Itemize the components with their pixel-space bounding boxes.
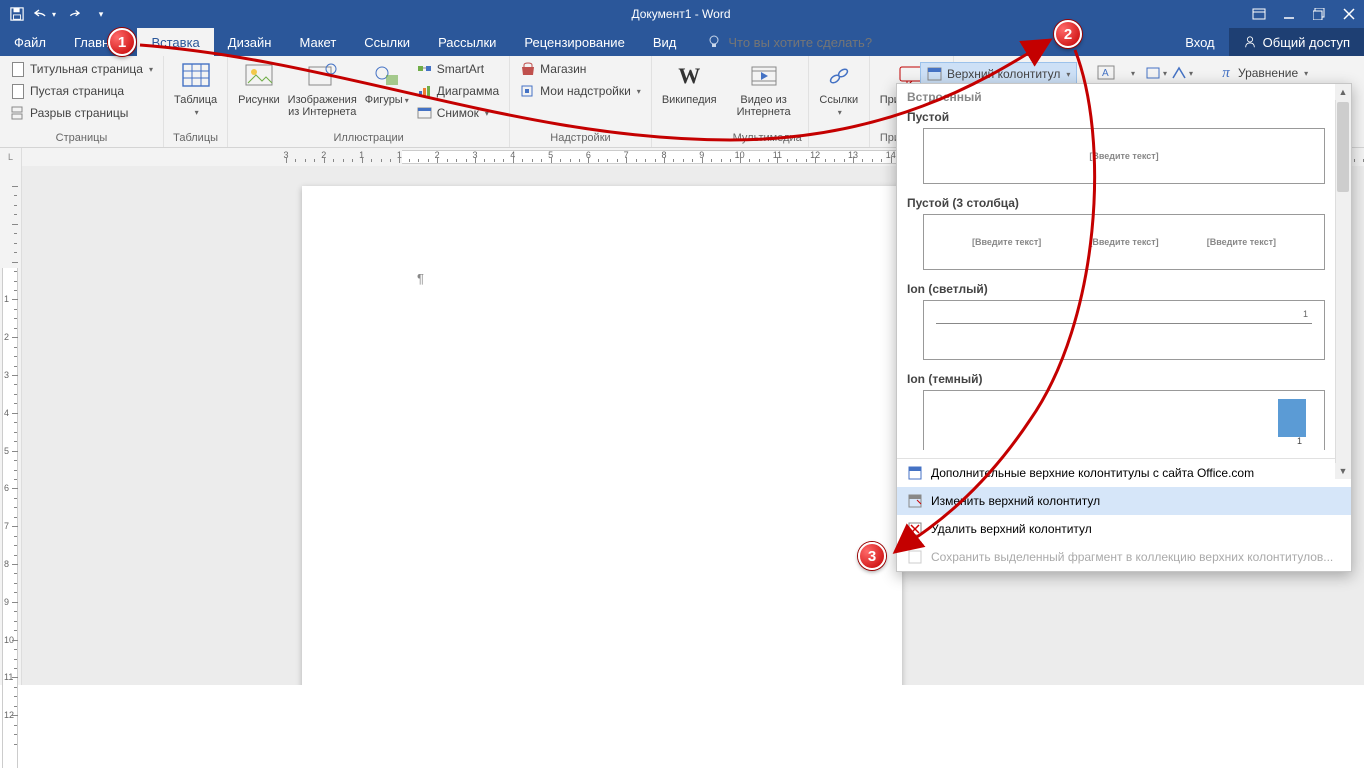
tab-view[interactable]: Вид <box>639 28 691 56</box>
group-illustrations: Рисунки Изображенияиз Интернета Фигуры▾ … <box>228 56 510 147</box>
group-media: Видео изИнтернета Мультимедиа <box>727 56 809 147</box>
group-pages: Титульная страница▾ Пустая страница Разр… <box>0 56 164 147</box>
undo-button[interactable]: ▾ <box>32 2 58 26</box>
tab-insert[interactable]: Вставка <box>137 28 213 56</box>
cover-page-button[interactable]: Титульная страница▾ <box>6 58 157 80</box>
remove-header[interactable]: Удалить верхний колонтитул <box>897 515 1351 543</box>
scroll-up-icon[interactable]: ▲ <box>1335 84 1351 100</box>
group-addins: Магазин Мои надстройки▾ Надстройки <box>510 56 652 147</box>
chart-button[interactable]: Диаграмма <box>413 80 503 102</box>
gallery-scrollbar[interactable]: ▲ ▼ <box>1335 84 1351 479</box>
wordart-button[interactable]: ▾ <box>1170 62 1194 84</box>
tab-mailings[interactable]: Рассылки <box>424 28 510 56</box>
paragraph-mark-icon: ¶ <box>417 271 424 286</box>
gallery-item-ion-dark[interactable]: Ion (темный) 1 <box>897 368 1351 458</box>
blank-page-button[interactable]: Пустая страница <box>6 80 157 102</box>
page[interactable] <box>302 186 902 685</box>
shapes-button[interactable]: Фигуры▾ <box>361 58 413 109</box>
tab-references[interactable]: Ссылки <box>350 28 424 56</box>
wikipedia-button[interactable]: WВикипедия <box>658 58 721 108</box>
qat-customize-button[interactable]: ▾ <box>88 2 114 26</box>
quick-parts-button[interactable]: ▾ <box>1144 62 1168 84</box>
textbox-dropdown[interactable]: ▾ <box>1120 62 1144 84</box>
callout-badge-3: 3 <box>858 542 886 570</box>
group-addins-label: Надстройки <box>516 130 645 147</box>
restore-button[interactable] <box>1304 0 1334 28</box>
close-button[interactable] <box>1334 0 1364 28</box>
group-media-label: Мультимедиа <box>733 130 802 147</box>
page-break-button[interactable]: Разрыв страницы <box>6 102 157 124</box>
redo-button[interactable] <box>60 2 86 26</box>
group-tables: Таблица▾ Таблицы <box>164 56 228 147</box>
ribbon-display-button[interactable] <box>1244 0 1274 28</box>
gallery-item-blank[interactable]: Пустой [Введите текст] <box>897 106 1351 192</box>
tab-review[interactable]: Рецензирование <box>510 28 638 56</box>
gallery-item-blank-3col[interactable]: Пустой (3 столбца) [Введите текст] [Введ… <box>897 192 1351 278</box>
callout-badge-1: 1 <box>108 28 136 56</box>
tab-file[interactable]: Файл <box>0 28 60 56</box>
scroll-thumb[interactable] <box>1337 102 1349 192</box>
text-group-tools: A ▾ <box>1094 62 1144 84</box>
links-button[interactable]: Ссылки▾ <box>815 58 863 121</box>
textbox-button[interactable]: A <box>1094 62 1118 84</box>
title-bar: ▾ ▾ Документ1 - Word <box>0 0 1364 28</box>
svg-text:A: A <box>1102 68 1109 79</box>
save-selection-gallery: Сохранить выделенный фрагмент в коллекци… <box>897 543 1351 571</box>
ruler-corner[interactable]: L <box>0 148 22 166</box>
window-controls <box>1244 0 1364 28</box>
edit-header[interactable]: Изменить верхний колонтитул <box>897 487 1351 515</box>
tab-layout[interactable]: Макет <box>285 28 350 56</box>
tell-me-input[interactable] <box>728 35 928 50</box>
document-title: Документ1 - Word <box>118 7 1244 21</box>
store-button[interactable]: Магазин <box>516 58 645 80</box>
group-tables-label: Таблицы <box>170 130 221 147</box>
table-button[interactable]: Таблица▾ <box>170 58 221 121</box>
my-addins-button[interactable]: Мои надстройки▾ <box>516 80 645 102</box>
gallery-item-ion-light[interactable]: Ion (светлый) 1 <box>897 278 1351 368</box>
share-label: Общий доступ <box>1263 35 1350 50</box>
online-pictures-button[interactable]: Изображенияиз Интернета <box>284 58 361 120</box>
group-wikipedia: WВикипедия <box>652 56 727 147</box>
gallery-section-builtin: Встроенный <box>897 84 1351 106</box>
text-tools-2: ▾ ▾ <box>1144 62 1194 84</box>
callout-badge-2: 2 <box>1054 20 1082 48</box>
sign-in-button[interactable]: Вход <box>1171 28 1228 56</box>
online-video-button[interactable]: Видео изИнтернета <box>733 58 795 120</box>
save-button[interactable] <box>4 2 30 26</box>
header-gallery-dropdown: ▲ ▼ Встроенный Пустой [Введите текст] Пу… <box>896 83 1352 572</box>
group-links: Ссылки▾ <box>809 56 870 147</box>
vertical-ruler[interactable]: 123456789101112 <box>0 148 22 685</box>
quick-access-toolbar: ▾ ▾ <box>0 2 118 26</box>
share-button[interactable]: Общий доступ <box>1229 28 1364 56</box>
tell-me-search[interactable] <box>706 28 928 56</box>
group-pages-label: Страницы <box>6 130 157 147</box>
group-illustrations-label: Иллюстрации <box>234 130 503 147</box>
ribbon-tabs: Файл Главная Вставка Дизайн Макет Ссылки… <box>0 28 1364 56</box>
smartart-button[interactable]: SmartArt <box>413 58 503 80</box>
scroll-down-icon[interactable]: ▼ <box>1335 463 1351 479</box>
more-headers-office[interactable]: Дополнительные верхние колонтитулы с сай… <box>897 459 1351 487</box>
equation-button[interactable]: π Уравнение▾ <box>1214 62 1312 84</box>
pictures-button[interactable]: Рисунки <box>234 58 284 108</box>
tab-design[interactable]: Дизайн <box>214 28 286 56</box>
minimize-button[interactable] <box>1274 0 1304 28</box>
screenshot-button[interactable]: Снимок▾ <box>413 102 503 124</box>
